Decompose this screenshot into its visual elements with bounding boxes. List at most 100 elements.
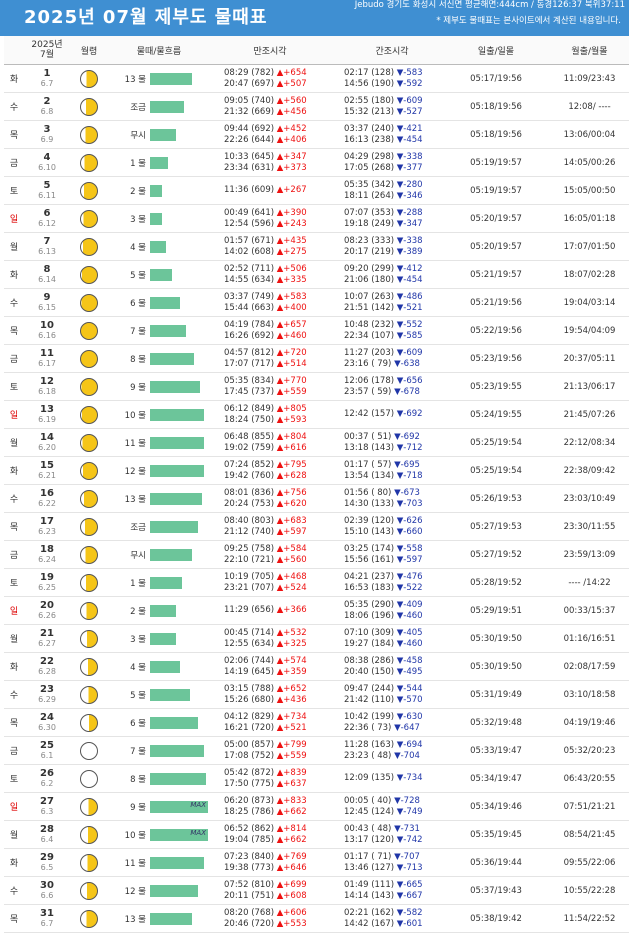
high-tide-entry: 17:08 (752) ▲+559 — [224, 750, 307, 761]
solar-date: 12 — [40, 375, 54, 387]
moonrise-moonset: 16:05/01:18 — [538, 204, 629, 233]
weekday-header — [4, 36, 24, 65]
max-label: MAX — [190, 828, 206, 837]
low-tide-entry: 20:17 (219) ▼-389 — [344, 246, 423, 257]
weekday: 월 — [4, 820, 24, 849]
weekday: 일 — [4, 596, 24, 625]
tide-phase-label: 9 물 — [130, 382, 146, 393]
solar-date: 27 — [40, 795, 54, 807]
low-tide-entry: 00:37 ( 51) ▼-692 — [344, 431, 420, 442]
date-cell: 10 6.16 — [24, 316, 70, 345]
low-tide-cell: 03:37 (240) ▼-421 16:13 (238) ▼-454 — [330, 120, 454, 149]
current-strength-bar — [150, 408, 204, 421]
flow-cell: 9 물 MAX — [108, 792, 210, 821]
solar-date: 6 — [43, 207, 51, 219]
weekday: 화 — [4, 260, 24, 289]
flow-cell: 4 물 — [108, 232, 210, 261]
high-tide-entry: 18:24 (750) ▲+593 — [224, 414, 307, 425]
moonrise-moonset: 19:04/03:14 — [538, 288, 629, 317]
moon-phase-icon — [80, 489, 98, 508]
low-tide-cell: 02:39 (120) ▼-626 15:10 (143) ▼-660 — [330, 512, 454, 541]
sunrise-sunset: 05:33/19:47 — [454, 736, 538, 765]
high-tide-entry: 03:15 (788) ▲+652 — [224, 683, 307, 694]
high-tide-entry: 01:57 (671) ▲+435 — [224, 235, 307, 246]
flow-cell: 12 물 — [108, 876, 210, 905]
weekday: 수 — [4, 484, 24, 513]
date-cell: 16 6.22 — [24, 484, 70, 513]
low-tide-entry: 01:17 ( 71) ▼-707 — [344, 851, 420, 862]
date-cell: 1 6.7 — [24, 64, 70, 93]
low-tide-entry: 08:23 (333) ▼-338 — [344, 235, 423, 246]
date-cell: 20 6.26 — [24, 596, 70, 625]
high-tide-entry: 09:25 (758) ▲+584 — [224, 543, 307, 554]
sunrise-sunset: 05:28/19:52 — [454, 568, 538, 597]
high-tide-entry: 05:00 (857) ▲+799 — [224, 739, 307, 750]
solar-date: 25 — [40, 739, 54, 751]
high-tide-cell: 06:12 (849) ▲+805 18:24 (750) ▲+593 — [210, 400, 330, 429]
flow-header: 물때/물흐름 — [108, 36, 210, 65]
sunrise-sunset: 05:27/19:53 — [454, 512, 538, 541]
high-tide-entry: 19:04 (785) ▲+662 — [224, 834, 307, 845]
date-cell: 11 6.17 — [24, 344, 70, 373]
moon-cell — [70, 372, 108, 401]
tide-phase-label: 무시 — [130, 550, 146, 561]
sunrise-sunset: 05:32/19:48 — [454, 708, 538, 737]
low-tide-entry: 01:56 ( 80) ▼-673 — [344, 487, 420, 498]
low-tide-entry: 23:57 ( 59) ▼-678 — [344, 386, 420, 397]
solar-date: 13 — [40, 403, 54, 415]
high-tide-entry: 06:12 (849) ▲+805 — [224, 403, 307, 414]
sunrise-sunset: 05:26/19:53 — [454, 484, 538, 513]
moon-phase-icon — [80, 377, 98, 396]
date-cell: 6 6.12 — [24, 204, 70, 233]
moonrise-header: 월출/월몰 — [538, 36, 629, 65]
date-cell: 18 6.24 — [24, 540, 70, 569]
moon-phase-icon — [80, 853, 98, 872]
moon-cell — [70, 736, 108, 765]
moon-cell — [70, 484, 108, 513]
table-row: 목 10 6.16 7 물 04:19 (784) ▲+657 16:26 (692) ▲… — [4, 316, 629, 345]
weekday: 월 — [4, 428, 24, 457]
max-label: MAX — [190, 800, 206, 809]
low-tide-entry: 23:16 ( 79) ▼-638 — [344, 358, 420, 369]
low-tide-entry: 10:07 (263) ▼-486 — [344, 291, 423, 302]
current-strength-bar — [150, 184, 162, 197]
low-tide-entry: 14:30 (133) ▼-703 — [344, 498, 423, 509]
flow-cell: 1 물 — [108, 148, 210, 177]
solar-date: 18 — [40, 543, 54, 555]
table-row: 일 20 6.26 2 물 11:29 (656) ▲+366 05:35 (290) ▼… — [4, 596, 629, 625]
table-row: 일 6 6.12 3 물 00:49 (641) ▲+390 12:54 (596) ▲+… — [4, 204, 629, 233]
weekday: 수 — [4, 92, 24, 121]
low-tide-cell: 03:25 (174) ▼-558 15:56 (161) ▼-597 — [330, 540, 454, 569]
moon-phase-icon — [80, 909, 98, 928]
tide-phase-label: 11 물 — [124, 438, 146, 449]
low-tide-entry: 11:28 (163) ▼-694 — [344, 739, 423, 750]
table-row: 수 23 6.29 5 물 03:15 (788) ▲+652 15:26 (680) ▲… — [4, 680, 629, 709]
high-tide-cell: 04:12 (829) ▲+734 16:21 (720) ▲+521 — [210, 708, 330, 737]
lunar-date: 6.23 — [38, 526, 56, 536]
flow-cell: 13 물 — [108, 904, 210, 933]
low-tide-entry: 21:51 (142) ▼-521 — [344, 302, 423, 313]
weekday: 일 — [4, 400, 24, 429]
low-tide-entry: 13:18 (143) ▼-712 — [344, 442, 423, 453]
high-tide-entry: 16:26 (692) ▲+460 — [224, 330, 307, 341]
high-tide-cell: 02:06 (744) ▲+574 14:19 (645) ▲+359 — [210, 652, 330, 681]
low-tide-entry: 18:11 (264) ▼-346 — [344, 190, 423, 201]
header-note: * 제부도 물때표는 본사이트에서 계산된 내용입니다. — [436, 16, 621, 26]
low-tide-entry: 01:49 (111) ▼-665 — [344, 879, 423, 890]
weekday: 목 — [4, 708, 24, 737]
low-tide-entry: 02:55 (180) ▼-609 — [344, 95, 423, 106]
current-strength-bar — [150, 240, 166, 253]
weekday: 화 — [4, 848, 24, 877]
low-tide-entry: 20:40 (150) ▼-495 — [344, 666, 423, 677]
flow-cell: 6 물 — [108, 708, 210, 737]
high-tide-cell: 09:05 (740) ▲+560 21:32 (669) ▲+456 — [210, 92, 330, 121]
solar-date: 29 — [40, 851, 54, 863]
high-tide-entry: 06:20 (873) ▲+833 — [224, 795, 307, 806]
lunar-date: 6.18 — [38, 386, 56, 396]
current-strength-bar — [150, 660, 180, 673]
table-header-row: 2025년 7월 월령 물때/물흐름 만조시각 간조시각 일출/일몰 월출/월몰 — [4, 36, 629, 65]
current-strength-bar — [150, 352, 194, 365]
lunar-date: 6.25 — [38, 582, 56, 592]
current-strength-bar — [150, 100, 184, 113]
weekday: 수 — [4, 680, 24, 709]
